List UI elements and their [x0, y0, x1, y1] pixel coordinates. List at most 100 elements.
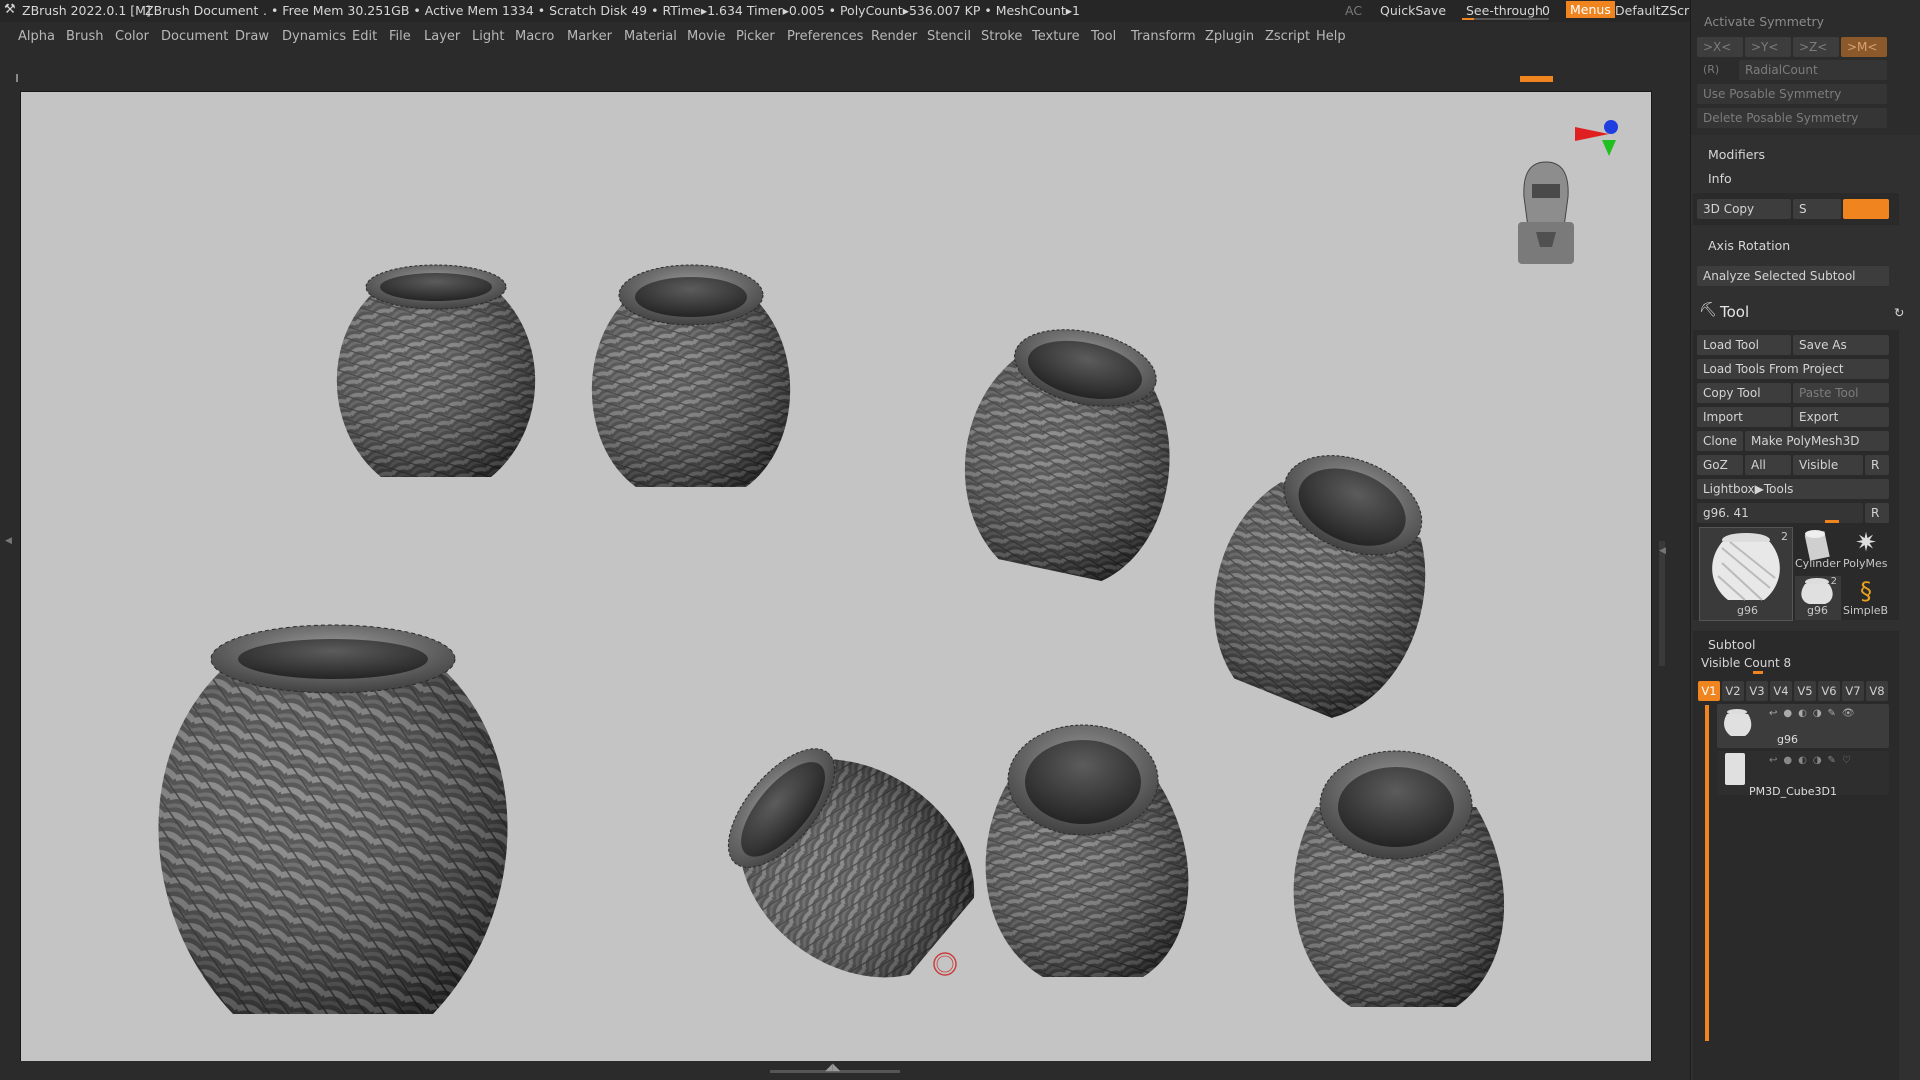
palette-refresh-icon[interactable]: ↻ [1894, 305, 1904, 320]
3d-copy-button[interactable]: 3D Copy [1697, 199, 1791, 219]
top-shelf [0, 50, 1690, 92]
tool-palette-title[interactable]: Tool [1720, 303, 1749, 321]
visibility-set-v1[interactable]: V1 [1698, 681, 1720, 701]
tool-thumb-polymesh[interactable]: ✷ PolyMes [1843, 527, 1889, 573]
import-button[interactable]: Import [1697, 407, 1791, 427]
bottom-tray[interactable]: ◢◣ [0, 1061, 1690, 1080]
sym-x-button[interactable]: >X< [1697, 37, 1743, 57]
basket-mesh [1214, 455, 1426, 718]
visibility-set-v6[interactable]: V6 [1818, 681, 1840, 701]
menu-stroke[interactable]: Stroke [981, 29, 1022, 44]
activate-symmetry-button[interactable]: Activate Symmetry [1704, 14, 1824, 29]
see-through-value: 0 [1542, 3, 1550, 18]
visibility-set-v5[interactable]: V5 [1794, 681, 1816, 701]
menu-edit[interactable]: Edit [352, 29, 377, 44]
menu-tool[interactable]: Tool [1091, 29, 1116, 44]
left-tray[interactable]: ◀ [0, 91, 20, 1071]
menu-render[interactable]: Render [871, 29, 917, 44]
tool-thumb-g96-small[interactable]: 2 g96 [1795, 576, 1841, 620]
shelf-marker [16, 74, 18, 82]
tool-thumb-simpleb[interactable]: § SimpleB [1843, 576, 1889, 620]
basket-scene[interactable] [21, 92, 1651, 1062]
menu-file[interactable]: File [389, 29, 411, 44]
goz-all-button[interactable]: All [1745, 455, 1791, 475]
3d-copy-value[interactable] [1843, 199, 1889, 219]
quicksave-button[interactable]: QuickSave [1380, 3, 1446, 18]
menu-stencil[interactable]: Stencil [927, 29, 971, 44]
copy-tool-button[interactable]: Copy Tool [1697, 383, 1791, 403]
ac-toggle[interactable]: AC [1345, 3, 1362, 18]
right-tray[interactable]: ◀ [1651, 91, 1691, 1080]
title-bar: ⚒ ZBrush 2022.0.1 [M] ZBrush Document . … [0, 0, 1920, 22]
menu-preferences[interactable]: Preferences [787, 29, 863, 44]
current-tool-slider-thumb[interactable] [1825, 520, 1839, 523]
menus-button[interactable]: Menus [1566, 1, 1615, 18]
tool-slider-r-button[interactable]: R [1865, 503, 1889, 523]
clone-button[interactable]: Clone [1697, 431, 1743, 451]
zbrush-logo-icon: ⚒ [4, 2, 16, 17]
menu-movie[interactable]: Movie [687, 29, 725, 44]
visibility-set-v7[interactable]: V7 [1842, 681, 1864, 701]
subtool-item-g96[interactable]: ↩●◐◑✎👁 g96 [1717, 704, 1889, 748]
menu-texture[interactable]: Texture [1032, 29, 1080, 44]
axis-rotation-header[interactable]: Axis Rotation [1708, 238, 1790, 253]
radial-count-slider[interactable]: RadialCount [1739, 60, 1887, 80]
cube-thumbnail-icon [1725, 753, 1745, 785]
load-tool-button[interactable]: Load Tool [1697, 335, 1791, 355]
visible-count-thumb[interactable] [1753, 671, 1763, 674]
subtool-controls-icon[interactable]: ↩●◐◑✎♡ [1769, 755, 1857, 766]
menu-zscript[interactable]: Zscript [1265, 29, 1310, 44]
see-through-label[interactable]: See-through [1466, 3, 1543, 18]
visibility-set-v8[interactable]: V8 [1866, 681, 1888, 701]
delete-posable-symmetry-button[interactable]: Delete Posable Symmetry [1697, 108, 1887, 128]
visibility-set-v4[interactable]: V4 [1770, 681, 1792, 701]
menu-material[interactable]: Material [624, 29, 677, 44]
menu-help[interactable]: Help [1316, 29, 1346, 44]
subtool-header[interactable]: Subtool [1708, 637, 1755, 652]
menu-zplugin[interactable]: Zplugin [1205, 29, 1254, 44]
menu-picker[interactable]: Picker [736, 29, 775, 44]
right-palette: Activate Symmetry >X< >Y< >Z< >M< (R) Ra… [1690, 0, 1920, 1080]
menu-layer[interactable]: Layer [424, 29, 460, 44]
lightbox-tools-button[interactable]: Lightbox▶Tools [1697, 479, 1889, 499]
tool-palette-icon: ⛏ [1699, 302, 1717, 318]
subtool-controls-icon[interactable]: ↩●◐◑✎👁 [1769, 708, 1861, 719]
use-posable-symmetry-button[interactable]: Use Posable Symmetry [1697, 84, 1887, 104]
menu-macro[interactable]: Macro [515, 29, 554, 44]
sym-m-button[interactable]: >M< [1841, 37, 1887, 57]
tool-thumb-cylinder[interactable]: Cylinder [1795, 527, 1841, 573]
menu-light[interactable]: Light [472, 29, 504, 44]
tool-thumb-g96[interactable]: 2 g96 [1699, 527, 1793, 621]
menu-brush[interactable]: Brush [66, 29, 104, 44]
menu-dynamics[interactable]: Dynamics [282, 29, 346, 44]
modifiers-header[interactable]: Modifiers [1708, 147, 1765, 162]
export-button[interactable]: Export [1793, 407, 1889, 427]
paste-tool-button[interactable]: Paste Tool [1793, 383, 1889, 403]
save-as-button[interactable]: Save As [1793, 335, 1889, 355]
goz-r-button[interactable]: R [1865, 455, 1889, 475]
menu-document[interactable]: Document [161, 29, 228, 44]
sym-y-button[interactable]: >Y< [1745, 37, 1791, 57]
visibility-set-v2[interactable]: V2 [1722, 681, 1744, 701]
subtool-scrollbar[interactable] [1705, 705, 1709, 1041]
menu-color[interactable]: Color [115, 29, 149, 44]
menu-marker[interactable]: Marker [567, 29, 612, 44]
goz-visible-button[interactable]: Visible [1793, 455, 1863, 475]
radial-r-toggle[interactable]: (R) [1703, 63, 1719, 76]
subtool-item-pm3d-cube[interactable]: ↩●◐◑✎♡ PM3D_Cube3D1 [1717, 751, 1889, 798]
menu-draw[interactable]: Draw [235, 29, 269, 44]
make-polymesh3d-button[interactable]: Make PolyMesh3D [1745, 431, 1889, 451]
info-header[interactable]: Info [1708, 171, 1732, 186]
load-tools-from-project-button[interactable]: Load Tools From Project [1697, 359, 1889, 379]
see-through-slider[interactable] [1462, 18, 1549, 20]
visible-count-slider[interactable]: Visible Count 8 [1701, 656, 1791, 670]
sym-z-button[interactable]: >Z< [1793, 37, 1839, 57]
analyze-selected-subtool-button[interactable]: Analyze Selected Subtool [1697, 266, 1889, 286]
menu-alpha[interactable]: Alpha [18, 29, 55, 44]
visibility-set-v3[interactable]: V3 [1746, 681, 1768, 701]
canvas-viewport[interactable] [20, 91, 1652, 1063]
menu-transform[interactable]: Transform [1131, 29, 1196, 44]
shelf-scroll-indicator[interactable] [1520, 76, 1553, 82]
3d-copy-s-button[interactable]: S [1793, 199, 1841, 219]
goz-button[interactable]: GoZ [1697, 455, 1743, 475]
